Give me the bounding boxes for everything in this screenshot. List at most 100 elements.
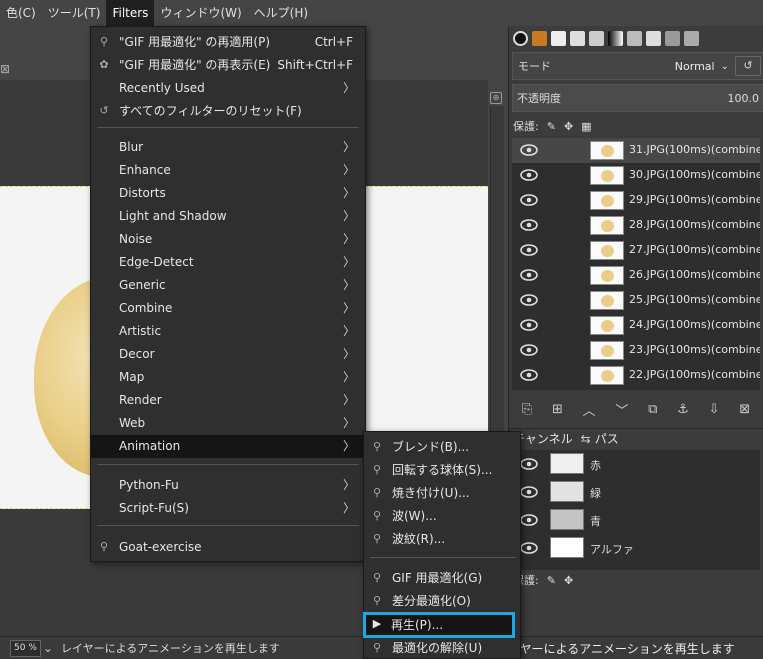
menu-item-reapply[interactable]: ⚲ "GIF 用最適化" の再適用(P) Ctrl+F [91, 31, 365, 54]
eye-icon[interactable] [520, 268, 538, 282]
menu-item-label: Render [119, 393, 162, 407]
menu-item-waves[interactable]: ⚲ 波(W)... [364, 505, 520, 528]
opacity-slider[interactable]: 不透明度 100.0 [512, 84, 763, 112]
layer-row[interactable]: 30.JPG(100ms)(combine) [512, 163, 760, 188]
lock-pixels-icon[interactable]: ✎ [547, 120, 556, 133]
layer-row[interactable]: 26.JPG(100ms)(combine) [512, 263, 760, 288]
mode-reset-button[interactable]: ↺ [735, 56, 761, 76]
menu-item-render[interactable]: Render 〉 [91, 389, 365, 412]
menu-item-optimize-gif[interactable]: ⚲ GIF 用最適化(G) [364, 567, 520, 590]
menu-item-python-fu[interactable]: Python-Fu 〉 [91, 474, 365, 497]
eye-icon[interactable] [520, 513, 538, 527]
menu-help[interactable]: ヘルプ(H) [248, 0, 314, 26]
layer-row[interactable]: 31.JPG(100ms)(combine) [512, 138, 760, 163]
chevron-down-icon[interactable]: ⌄ [43, 641, 53, 655]
lock-position-icon[interactable]: ✥ [564, 120, 573, 133]
eye-icon[interactable] [520, 343, 538, 357]
menu-item-goat-exercise[interactable]: ⚲ Goat-exercise [91, 536, 365, 559]
eye-icon[interactable] [520, 243, 538, 257]
menu-item-rippling[interactable]: ⚲ 波紋(R)... [364, 528, 520, 551]
menu-item-noise[interactable]: Noise 〉 [91, 228, 365, 251]
layers-tab-icon[interactable] [665, 30, 680, 46]
merge-down-icon[interactable]: ⇩ [709, 402, 720, 417]
menu-item-light-and-shadow[interactable]: Light and Shadow 〉 [91, 205, 365, 228]
template-icon[interactable] [589, 30, 604, 46]
menu-item-burn-in[interactable]: ⚲ 焼き付け(U)... [364, 482, 520, 505]
layer-row[interactable]: 29.JPG(100ms)(combine) [512, 188, 760, 213]
gradient-icon[interactable] [608, 30, 623, 46]
close-icon[interactable]: ⊠ [0, 62, 12, 76]
anchor-icon[interactable]: ⚓ [677, 402, 689, 417]
menu-item-edge-detect[interactable]: Edge-Detect 〉 [91, 251, 365, 274]
duplicate-layer-icon[interactable]: ⧉ [648, 402, 657, 417]
menu-item-unoptimize[interactable]: ⚲ 最適化の解除(U) [364, 637, 520, 659]
palette-icon[interactable] [627, 30, 642, 46]
channel-row[interactable]: 赤 [512, 450, 760, 478]
menu-item-reshow[interactable]: ✿ "GIF 用最適化" の再表示(E) Shift+Ctrl+F [91, 54, 365, 77]
lock-pixels-icon[interactable]: ✎ [547, 574, 556, 587]
layer-row[interactable]: 22.JPG(100ms)(combine) [512, 363, 760, 388]
menu-item-spinning-globe[interactable]: ⚲ 回転する球体(S)... [364, 459, 520, 482]
menu-item-decor[interactable]: Decor 〉 [91, 343, 365, 366]
document-icon[interactable] [570, 30, 585, 46]
menu-item-reset-all[interactable]: ↺ すべてのフィルターのリセット(F) [91, 100, 365, 123]
menu-item-optimize-difference[interactable]: ⚲ 差分最適化(O) [364, 590, 520, 613]
lower-layer-icon[interactable]: ﹀ [615, 400, 628, 419]
layer-row[interactable]: 25.JPG(100ms)(combine) [512, 288, 760, 313]
menu-item-blur[interactable]: Blur 〉 [91, 136, 365, 159]
menu-item-web[interactable]: Web 〉 [91, 412, 365, 435]
eye-icon[interactable] [520, 218, 538, 232]
zoom-select[interactable]: 50 % [10, 639, 41, 657]
layer-row[interactable]: 24.JPG(100ms)(combine) [512, 313, 760, 338]
filter-reshow-icon: ✿ [99, 58, 109, 71]
eye-icon[interactable] [520, 541, 538, 555]
menu-item-generic[interactable]: Generic 〉 [91, 274, 365, 297]
eye-icon[interactable] [520, 368, 538, 382]
menu-item-label: Animation [119, 439, 181, 453]
menu-item-script-fu[interactable]: Script-Fu(S) 〉 [91, 497, 365, 520]
layer-row[interactable]: 28.JPG(100ms)(combine) [512, 213, 760, 238]
menu-item-combine[interactable]: Combine 〉 [91, 297, 365, 320]
new-layer-group-icon[interactable]: ⎘ [522, 402, 532, 417]
eye-icon[interactable] [520, 168, 538, 182]
fg-bg-icon[interactable] [513, 30, 528, 46]
menu-tools[interactable]: ツール(T) [42, 0, 107, 26]
channel-row[interactable]: 青 [512, 506, 760, 534]
delete-layer-icon[interactable]: ⊠ [739, 402, 750, 417]
menu-item-blend[interactable]: ⚲ ブレンド(B)... [364, 436, 520, 459]
menu-item-distorts[interactable]: Distorts 〉 [91, 182, 365, 205]
chevron-down-icon[interactable]: ⌄ [721, 61, 729, 72]
menu-filters[interactable]: Filters [106, 0, 155, 26]
eye-icon[interactable] [520, 485, 538, 499]
menu-item-animation[interactable]: Animation 〉 [91, 435, 365, 458]
eye-icon[interactable] [520, 293, 538, 307]
channel-row[interactable]: アルファ [512, 534, 760, 562]
eye-icon[interactable] [520, 143, 538, 157]
layer-name: 25.JPG(100ms)(combine) [629, 293, 760, 306]
eye-icon[interactable] [520, 193, 538, 207]
menu-item-playback[interactable]: ▶ 再生(P)... [363, 612, 515, 638]
eye-icon[interactable] [520, 457, 538, 471]
font-icon[interactable] [551, 30, 566, 46]
new-layer-icon[interactable]: ⊞ [552, 402, 563, 417]
lock-position-icon[interactable]: ✥ [564, 574, 573, 587]
menu-colors[interactable]: 色(C) [0, 0, 42, 26]
mode-select[interactable]: Normal [675, 60, 715, 73]
pattern-icon[interactable] [532, 30, 547, 46]
menu-item-map[interactable]: Map 〉 [91, 366, 365, 389]
lock-alpha-icon[interactable]: ▦ [581, 120, 591, 133]
navigate-icon[interactable]: ⊕ [490, 92, 502, 104]
menu-item-recently-used[interactable]: Recently Used 〉 [91, 77, 365, 100]
menu-windows[interactable]: ウィンドウ(W) [154, 0, 247, 26]
tab-paths[interactable]: パス [595, 429, 623, 449]
histogram-icon[interactable] [684, 30, 699, 46]
layer-row[interactable]: 27.JPG(100ms)(combine) [512, 238, 760, 263]
menu-item-artistic[interactable]: Artistic 〉 [91, 320, 365, 343]
layer-thumbnail [590, 191, 624, 210]
menu-item-enhance[interactable]: Enhance 〉 [91, 159, 365, 182]
eye-icon[interactable] [520, 318, 538, 332]
raise-layer-icon[interactable]: ︿ [583, 400, 596, 419]
layer-row[interactable]: 23.JPG(100ms)(combine) [512, 338, 760, 363]
channel-row[interactable]: 緑 [512, 478, 760, 506]
brush-icon[interactable] [646, 30, 661, 46]
